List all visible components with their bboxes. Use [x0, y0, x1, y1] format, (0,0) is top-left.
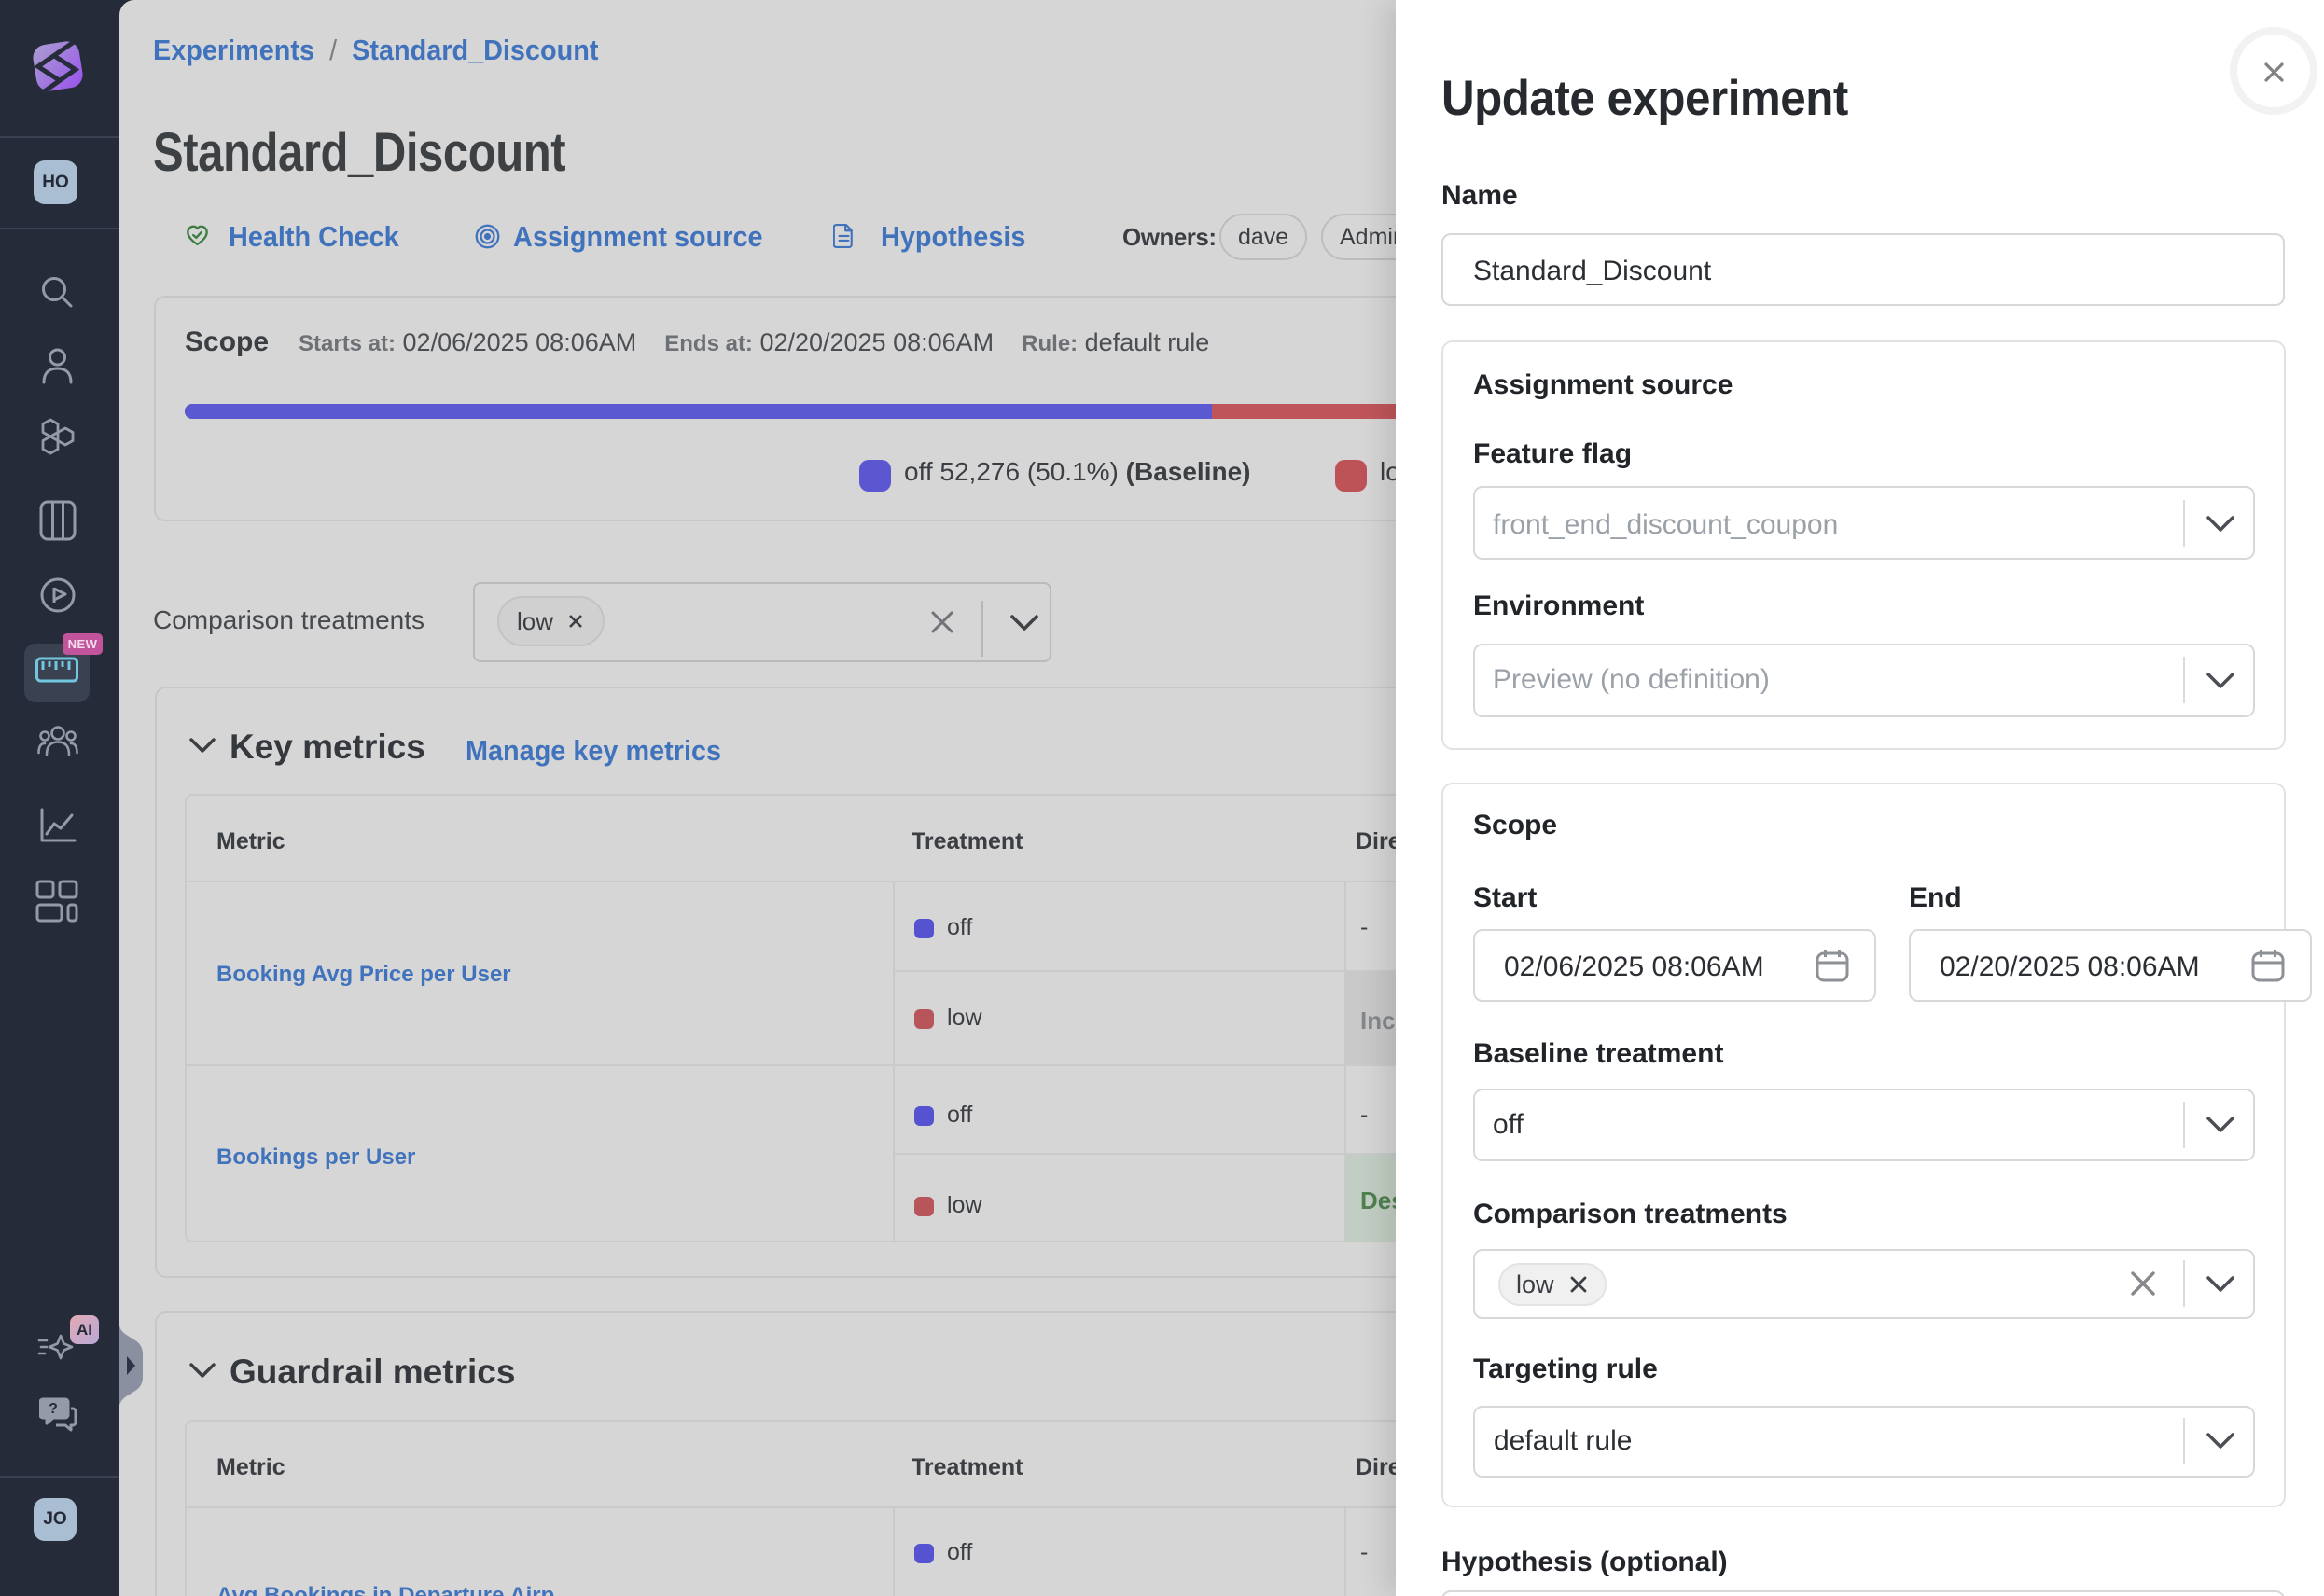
svg-text:?: ?: [49, 1401, 58, 1417]
